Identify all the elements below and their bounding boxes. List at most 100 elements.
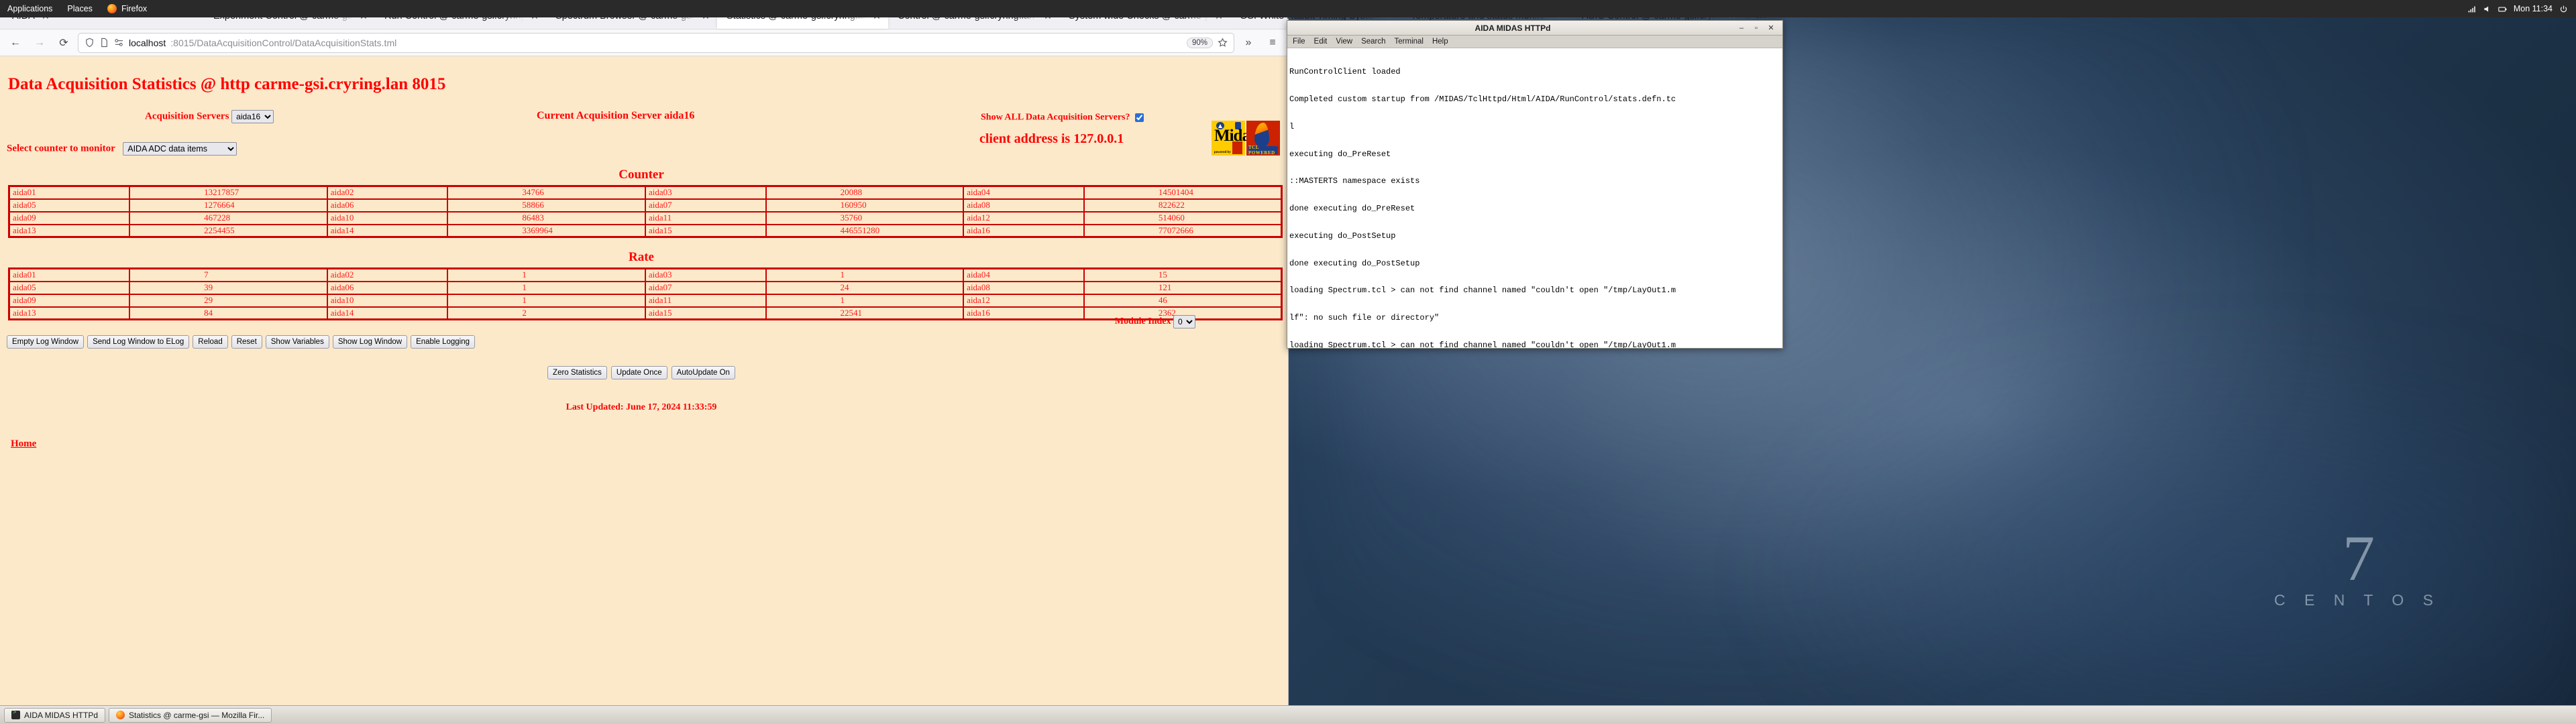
terminal-line: done executing do_PostSetup — [1289, 258, 1420, 268]
cell-name: aida09 — [8, 210, 131, 225]
app-menu-button[interactable]: ≡ — [1263, 33, 1283, 53]
cell-name: aida08 — [963, 280, 1085, 295]
active-app-label: Firefox — [121, 4, 148, 13]
terminal-output[interactable]: RunControlClient loaded Completed custom… — [1287, 48, 1782, 348]
terminal-menu-terminal[interactable]: Terminal — [1395, 38, 1424, 46]
clock-label[interactable]: Mon 11:34 — [2514, 4, 2553, 13]
show-variables-button[interactable]: Show Variables — [265, 335, 329, 349]
reload-button[interactable]: ⟳ — [54, 33, 74, 53]
acquisition-servers-select[interactable]: aida16 — [231, 110, 274, 123]
taskbar-item-firefox[interactable]: Statistics @ carme-gsi — Mozilla Fir... — [109, 707, 272, 723]
home-link[interactable]: Home — [11, 438, 36, 450]
cell-value: 58866 — [447, 198, 646, 213]
active-app-indicator[interactable]: Firefox — [100, 0, 154, 17]
window-list-taskbar: AIDA MIDAS HTTPd Statistics @ carme-gsi … — [0, 705, 2576, 724]
cell-value: 29 — [129, 293, 328, 308]
terminal-window: AIDA MIDAS HTTPd – ▫ ✕ File Edit View Se… — [1287, 20, 1783, 349]
cell-value: 467228 — [129, 210, 328, 225]
cell-value: 446551280 — [765, 223, 965, 238]
send-log-window-to-elog-button[interactable]: Send Log Window to ELog — [87, 335, 190, 349]
cell-value: 84 — [129, 306, 328, 320]
overflow-menu-button[interactable]: » — [1238, 33, 1258, 53]
system-tray[interactable]: Mon 11:34 — [2467, 4, 2576, 13]
show-all-servers-checkbox[interactable] — [1134, 113, 1144, 122]
empty-log-window-button[interactable]: Empty Log Window — [7, 335, 85, 349]
terminal-menu-view[interactable]: View — [1336, 38, 1352, 46]
cell-name: aida09 — [8, 293, 131, 308]
terminal-minimize-button[interactable]: – — [1734, 23, 1749, 34]
cell-name: aida14 — [326, 223, 449, 238]
update-once-button[interactable]: Update Once — [610, 366, 667, 379]
terminal-title-label: AIDA MIDAS HTTPd — [1474, 23, 1551, 33]
counter-select[interactable]: AIDA ADC data items — [123, 142, 237, 156]
terminal-title-bar[interactable]: AIDA MIDAS HTTPd – ▫ ✕ — [1287, 21, 1782, 36]
terminal-maximize-button[interactable]: ▫ — [1749, 23, 1764, 34]
back-button[interactable]: ← — [5, 33, 25, 53]
firefox-window: AIDA ✕ Experiment Control @ carme-gsi.cr… — [0, 0, 1766, 710]
terminal-menu-search[interactable]: Search — [1361, 38, 1385, 46]
cell-value: 1 — [447, 280, 646, 295]
cell-value: 2 — [447, 306, 646, 320]
terminal-menu-help[interactable]: Help — [1432, 38, 1448, 46]
url-host: localhost — [129, 37, 166, 48]
reload-button[interactable]: Reload — [193, 335, 228, 349]
enable-logging-button[interactable]: Enable Logging — [411, 335, 476, 349]
rate-table-body: aida01 7 aida02 1 aida03 1 aida04 15 aid… — [8, 267, 1283, 320]
cell-value: 121 — [1083, 280, 1283, 295]
network-icon[interactable] — [2467, 5, 2476, 13]
cell-name: aida15 — [644, 223, 767, 238]
shield-icon[interactable] — [85, 38, 95, 48]
volume-icon[interactable] — [2483, 5, 2491, 13]
address-bar[interactable]: localhost:8015/DataAcquisitionControl/Da… — [78, 32, 1234, 53]
cell-name: aida05 — [8, 280, 131, 295]
zoom-level-badge[interactable]: 90% — [1186, 37, 1213, 48]
select-counter-label: Select counter to monitor — [7, 143, 115, 154]
terminal-close-button[interactable]: ✕ — [1764, 23, 1778, 34]
bookmark-star-icon[interactable] — [1218, 38, 1228, 48]
cell-name: aida15 — [644, 306, 767, 320]
terminal-menu-edit[interactable]: Edit — [1314, 38, 1328, 46]
permissions-icon[interactable] — [114, 38, 124, 48]
cell-value: 2254455 — [129, 223, 328, 238]
cell-name: aida02 — [326, 267, 449, 282]
show-all-servers-label: Show ALL Data Acquisition Servers? — [981, 112, 1130, 123]
cell-value: 39 — [129, 280, 328, 295]
autoupdate-on-button[interactable]: AutoUpdate On — [671, 366, 735, 379]
cell-value: 1276664 — [129, 198, 328, 213]
show-all-servers-control: Show ALL Data Acquisition Servers? — [981, 111, 1146, 124]
reset-button[interactable]: Reset — [231, 335, 262, 349]
power-icon[interactable] — [2559, 5, 2568, 13]
terminal-menu-bar: File Edit View Search Terminal Help — [1287, 36, 1782, 48]
places-menu[interactable]: Places — [60, 0, 100, 17]
terminal-menu-file[interactable]: File — [1293, 38, 1305, 46]
cell-value: 1 — [765, 267, 965, 282]
centos-wordmark: C E N T O S — [2274, 591, 2440, 609]
module-index-select[interactable]: 0 — [1173, 315, 1195, 328]
places-menu-label: Places — [67, 4, 93, 13]
cell-value: 15 — [1083, 267, 1283, 282]
show-log-window-button[interactable]: Show Log Window — [332, 335, 408, 349]
terminal-line: lf": no such file or directory" — [1289, 313, 1440, 323]
counter-table-title: Counter — [619, 168, 664, 182]
zero-statistics-button[interactable]: Zero Statistics — [547, 366, 607, 379]
terminal-line: l — [1289, 121, 1295, 131]
last-updated-label: Last Updated: June 17, 2024 11:33:59 — [566, 402, 717, 412]
taskbar-item-label: AIDA MIDAS HTTPd — [24, 710, 99, 720]
cell-value: 1 — [447, 293, 646, 308]
cell-name: aida05 — [8, 198, 131, 213]
firefox-icon — [116, 711, 125, 719]
wallpaper-shadow — [1744, 335, 2576, 724]
cell-name: aida14 — [326, 306, 449, 320]
battery-icon[interactable] — [2498, 5, 2507, 13]
cell-name: aida16 — [963, 306, 1085, 320]
cell-name: aida07 — [644, 198, 767, 213]
terminal-line: RunControlClient loaded — [1289, 67, 1401, 77]
cell-name: aida10 — [326, 210, 449, 225]
page-icon[interactable] — [99, 38, 109, 48]
centos-watermark: 7 C E N T O S — [2274, 526, 2440, 609]
cell-value: 7 — [129, 267, 328, 282]
forward-button[interactable]: → — [30, 33, 50, 53]
cell-name: aida04 — [963, 185, 1085, 200]
applications-menu[interactable]: Applications — [0, 0, 60, 17]
taskbar-item-terminal[interactable]: AIDA MIDAS HTTPd — [4, 707, 106, 723]
